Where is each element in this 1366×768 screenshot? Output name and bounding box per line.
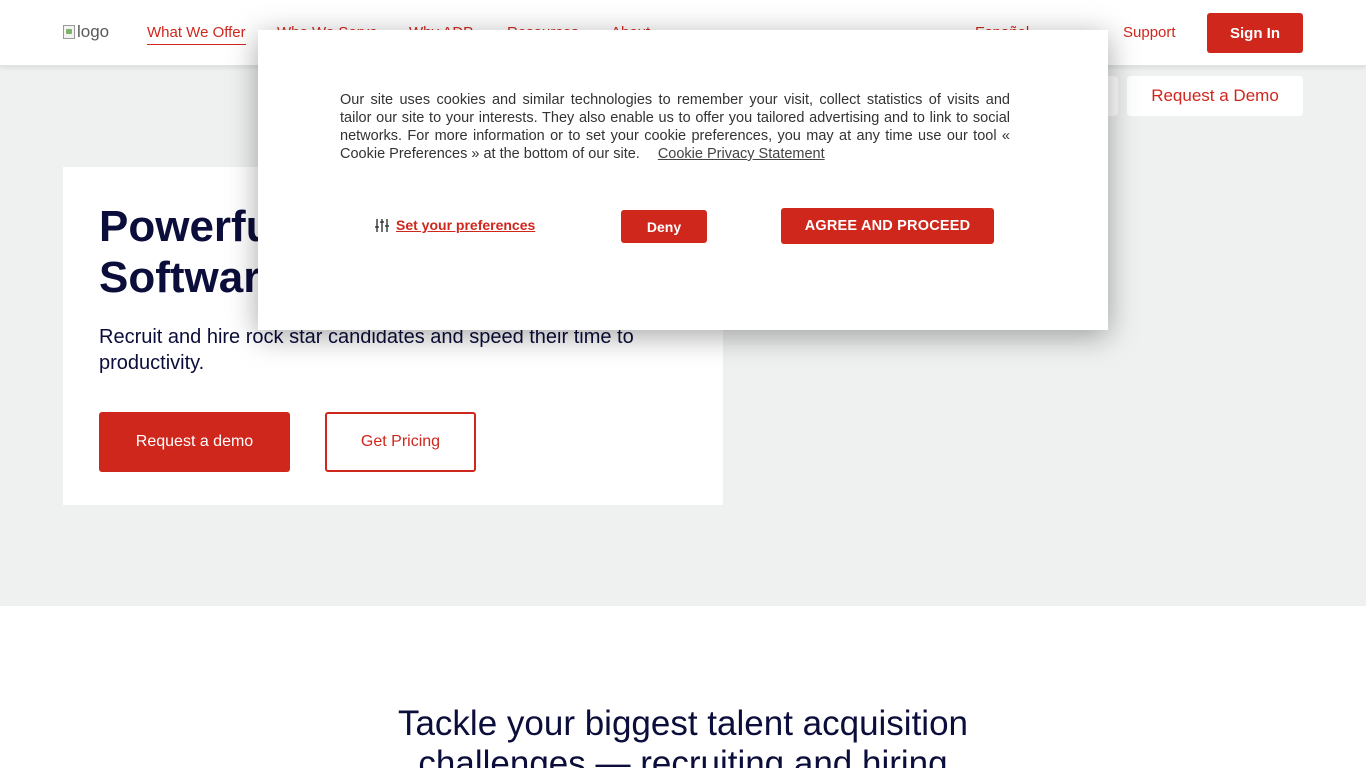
request-demo-button[interactable]: Request a demo	[99, 412, 290, 472]
set-preferences-label: Set your preferences	[396, 217, 536, 233]
section-heading-line-1: Tackle your biggest talent acquisition	[397, 704, 969, 743]
sliders-icon	[374, 217, 390, 233]
get-pricing-button[interactable]: Get Pricing	[325, 412, 476, 472]
section-heading-line-2: challenges — recruiting and hiring	[418, 744, 948, 768]
cookie-privacy-link[interactable]: Cookie Privacy Statement	[658, 146, 825, 162]
deny-button[interactable]: Deny	[621, 210, 707, 243]
logo[interactable]: logo	[63, 22, 109, 42]
cookie-consent-dialog: Our site uses cookies and similar techno…	[258, 30, 1108, 330]
broken-image-icon	[63, 25, 75, 39]
agree-and-proceed-button[interactable]: AGREE AND PROCEED	[781, 208, 994, 244]
nav-support[interactable]: Support	[1123, 24, 1176, 41]
section-heading: Tackle your biggest talent acquisition c…	[0, 704, 1366, 768]
nav-what-we-offer[interactable]: What We Offer	[147, 24, 246, 45]
hero-subtitle: Recruit and hire rock star candidates an…	[99, 326, 634, 374]
set-preferences-link[interactable]: Set your preferences	[374, 217, 535, 233]
sign-in-button[interactable]: Sign In	[1207, 13, 1303, 53]
cookie-message: Our site uses cookies and similar techno…	[340, 91, 1010, 163]
logo-alt-text: logo	[77, 22, 110, 41]
request-demo-header-button[interactable]: Request a Demo	[1127, 76, 1303, 116]
